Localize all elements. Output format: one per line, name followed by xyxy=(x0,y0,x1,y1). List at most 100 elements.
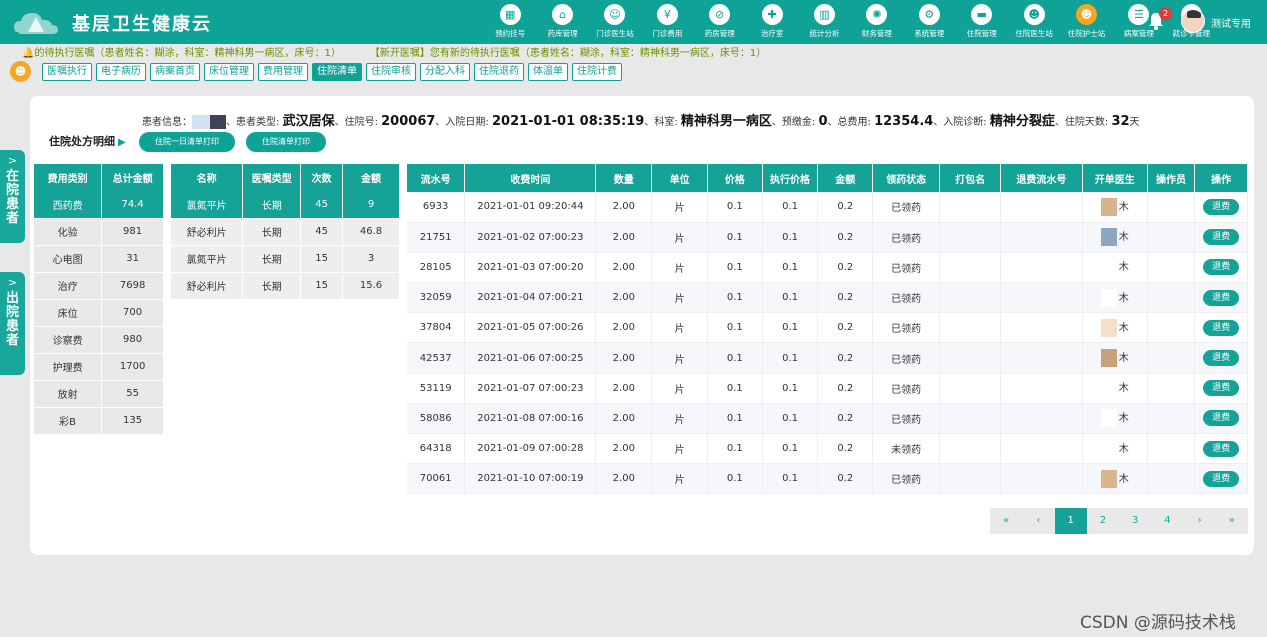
nav-item[interactable]: ▥ 统计分析 xyxy=(798,4,850,44)
cell-operator xyxy=(1147,282,1196,314)
table-cell: 彩B xyxy=(34,407,103,435)
cell-refund-no xyxy=(1000,342,1083,374)
side-tab-in-patients[interactable]: > 在院患者 xyxy=(0,150,25,243)
table-row[interactable]: 彩B 135 xyxy=(34,407,164,435)
nav-item[interactable]: ✚ 治疗室 xyxy=(746,4,798,44)
table-row[interactable]: 床位 700 xyxy=(34,299,164,327)
tab[interactable]: 电子病历 xyxy=(96,63,146,81)
table-cell: 诊察费 xyxy=(34,326,103,354)
nav-item[interactable]: ⊘ 药房管理 xyxy=(694,4,746,44)
refund-button[interactable]: 退费 xyxy=(1203,319,1240,336)
notice-new-order[interactable]: 【新开医嘱】您有新的待执行医嘱（患者姓名：糊涂，科室：精神科男一病区，床号：1） xyxy=(375,48,766,59)
tab[interactable]: 医嘱执行 xyxy=(42,63,92,81)
nav-item[interactable]: ¥ 门诊费用 xyxy=(641,4,693,44)
tab[interactable]: 床位管理 xyxy=(204,63,254,81)
column-header: 执行价格 xyxy=(762,164,819,192)
table-cell: 舒必利片 xyxy=(171,272,244,300)
tab[interactable]: 体温单 xyxy=(528,63,568,81)
nav-item[interactable]: ☻ 住院医生站 xyxy=(1008,4,1060,44)
table-row: 70061 2021-01-10 07:00:19 2.00 片 0.1 0.1 0.2 已领… xyxy=(407,463,1248,495)
cell-operator xyxy=(1147,342,1196,374)
cell-time: 2021-01-07 07:00:23 xyxy=(464,373,597,404)
nav-item[interactable]: ▬ 住院管理 xyxy=(956,4,1008,44)
refund-button[interactable]: 退费 xyxy=(1203,198,1240,215)
refund-button[interactable]: 退费 xyxy=(1203,229,1240,246)
table-row[interactable]: 舒必利片 长期 45 46.8 xyxy=(171,218,400,246)
page-button[interactable]: 1 xyxy=(1054,508,1087,534)
notice-pending[interactable]: 的待执行医嘱（患者姓名：糊涂，科室：精神科男一病区，床号：1） xyxy=(34,48,340,59)
column-header: 收费时间 xyxy=(464,164,597,192)
page-button[interactable]: 3 xyxy=(1119,508,1151,534)
avatar[interactable] xyxy=(1181,9,1205,33)
tab[interactable]: 住院审核 xyxy=(366,63,416,81)
tab[interactable]: 分配入科 xyxy=(420,63,470,81)
table-row[interactable]: 心电图 31 xyxy=(34,245,164,273)
table-row[interactable]: 氯氮平片 长期 15 3 xyxy=(171,245,400,273)
print-list-button[interactable]: 住院清单打印 xyxy=(246,132,326,152)
cloud-logo-icon xyxy=(14,13,58,34)
nav-item-label: 住院护士站 xyxy=(1067,29,1106,38)
table-row[interactable]: 西药费 74.4 xyxy=(34,191,164,219)
tab[interactable]: 住院计费 xyxy=(572,63,622,81)
page-button[interactable]: 4 xyxy=(1151,508,1183,534)
user-name[interactable]: 测试专用 xyxy=(1211,15,1251,30)
cell-time: 2021-01-03 07:00:20 xyxy=(464,252,597,284)
admission-date: 2021-01-01 08:35:19 xyxy=(491,114,645,129)
refund-button[interactable]: 退费 xyxy=(1203,380,1240,397)
table-cell: 1700 xyxy=(101,353,164,381)
refund-button[interactable]: 退费 xyxy=(1203,470,1240,487)
cell-amount: 0.2 xyxy=(817,312,874,344)
table-row[interactable]: 舒必利片 长期 15 15.6 xyxy=(171,272,400,300)
bell-small-icon: 🔔 xyxy=(22,48,35,59)
side-tab-out-patients[interactable]: > 出院患者 xyxy=(0,272,25,375)
nav-item[interactable]: ⚙ 系统管理 xyxy=(903,4,955,44)
table-row[interactable]: 氯氮平片 长期 45 9 xyxy=(171,191,400,219)
table-row[interactable]: 诊察费 980 xyxy=(34,326,164,354)
column-header: 流水号 xyxy=(407,164,466,192)
cell-id: 70061 xyxy=(407,463,466,495)
refund-button[interactable]: 退费 xyxy=(1203,350,1240,367)
table-row[interactable]: 治疗 7698 xyxy=(34,272,164,300)
cell-id: 32059 xyxy=(407,282,466,314)
refund-button[interactable]: 退费 xyxy=(1203,289,1240,306)
page-button[interactable]: › xyxy=(1184,508,1216,534)
gear-icon: ⚙ xyxy=(918,4,940,25)
nav-item[interactable]: ☺ 门诊医生站 xyxy=(589,4,641,44)
table-row: 37804 2021-01-05 07:00:26 2.00 片 0.1 0.1 0.2 已领… xyxy=(407,312,1248,344)
tab[interactable]: 住院退药 xyxy=(474,63,524,81)
cell-qty: 2.00 xyxy=(595,403,653,435)
table-row[interactable]: 护理费 1700 xyxy=(34,353,164,381)
page-button[interactable]: 2 xyxy=(1087,508,1119,534)
nav-item[interactable]: ☻ 住院护士站 xyxy=(1060,4,1112,44)
watermark: CSDN @源码技术栈 xyxy=(1080,613,1236,633)
nav-item[interactable]: ✺ 财务管理 xyxy=(851,4,903,44)
detail-title-text: 住院处方明细 xyxy=(49,135,115,148)
column-header: 医嘱类型 xyxy=(242,164,302,191)
nav-item[interactable]: ▦ 预约挂号 xyxy=(484,4,536,44)
cell-unit: 片 xyxy=(651,433,708,465)
tab[interactable]: 病案首页 xyxy=(150,63,200,81)
page-button[interactable]: » xyxy=(1216,508,1248,534)
cell-price: 0.1 xyxy=(707,403,763,435)
table-cell: 15 xyxy=(300,272,344,300)
print-daily-list-button[interactable]: 住院一日清单打印 xyxy=(139,132,235,152)
refund-button[interactable]: 退费 xyxy=(1203,440,1240,457)
nav-item[interactable]: ⌂ 药库管理 xyxy=(536,4,588,44)
refund-button[interactable]: 退费 xyxy=(1203,259,1240,276)
doctor-name-mask xyxy=(1100,469,1117,488)
cell-time: 2021-01-04 07:00:21 xyxy=(464,282,597,314)
doctor-name-mask xyxy=(1100,409,1117,428)
cell-amount: 0.2 xyxy=(817,373,874,404)
patient-no: 200067 xyxy=(381,114,436,129)
table-row[interactable]: 放射 55 xyxy=(34,380,164,408)
tab[interactable]: 费用管理 xyxy=(258,63,308,81)
refund-button[interactable]: 退费 xyxy=(1203,410,1240,427)
cell-exec-price: 0.1 xyxy=(762,342,819,374)
page-button[interactable]: ‹ xyxy=(1022,508,1054,534)
cell-qty: 2.00 xyxy=(595,222,653,253)
table-row[interactable]: 化验 981 xyxy=(34,218,164,246)
page-button[interactable]: « xyxy=(990,508,1022,534)
tab[interactable]: 住院清单 xyxy=(312,63,362,81)
table-cell: 3 xyxy=(342,245,400,273)
cell-status: 已领药 xyxy=(872,463,941,495)
